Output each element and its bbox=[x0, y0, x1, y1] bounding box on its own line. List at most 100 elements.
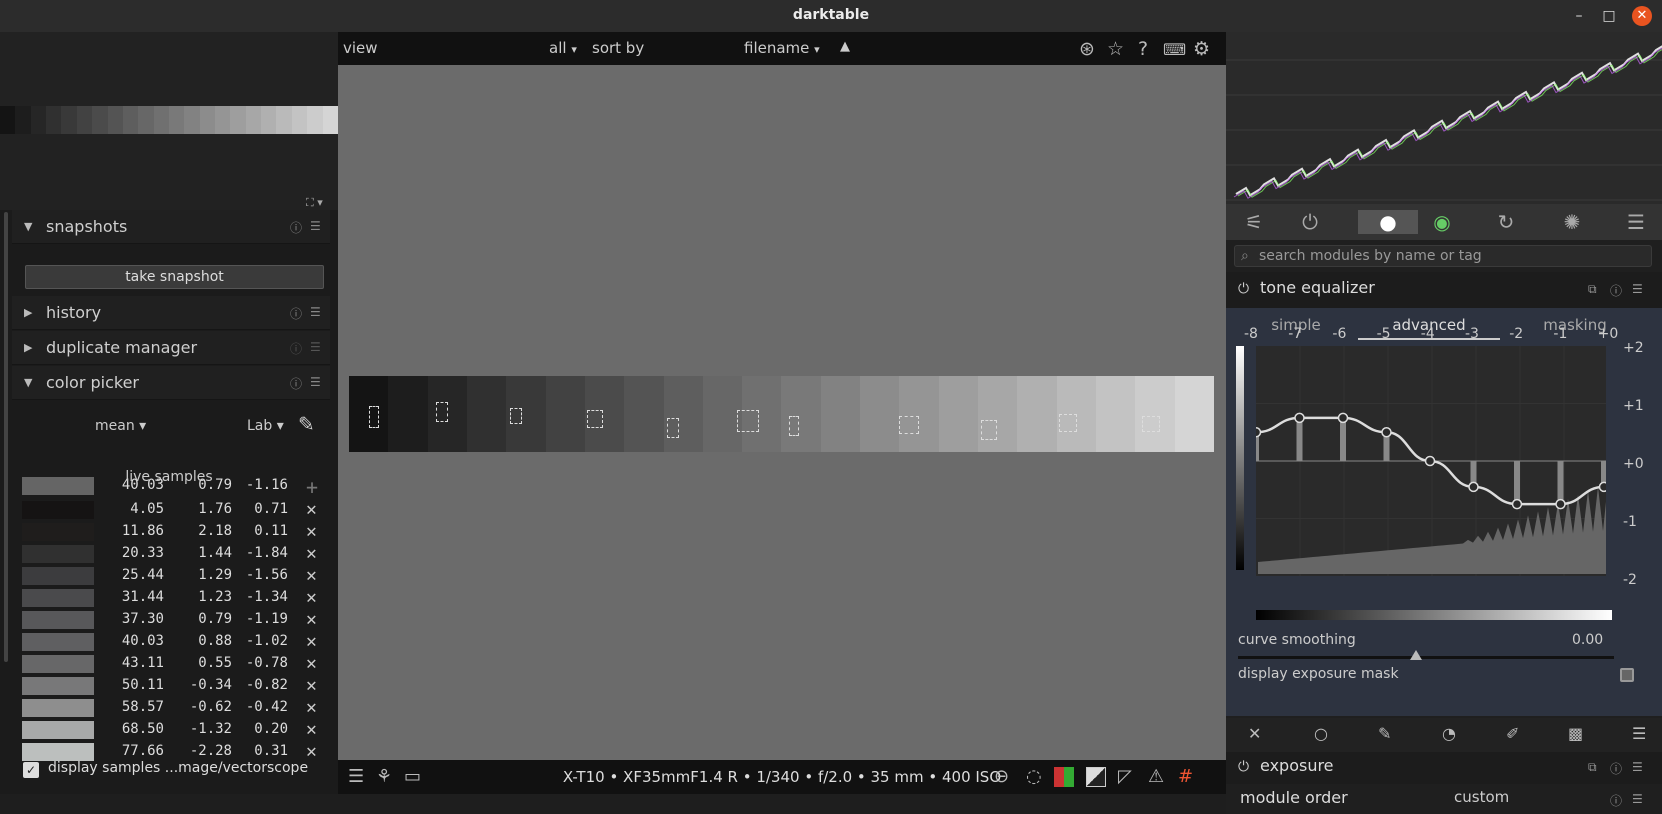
info-icon[interactable]: ⓘ bbox=[1610, 792, 1622, 809]
sample-swatch bbox=[22, 699, 94, 717]
image-canvas[interactable] bbox=[349, 376, 1214, 452]
info-icon[interactable]: ⓘ bbox=[290, 340, 302, 357]
remove-sample-icon[interactable]: ✕ bbox=[306, 521, 317, 542]
exposure-module-header[interactable]: ⏻ exposure ⧉ ⓘ ☰ bbox=[1226, 752, 1662, 784]
sample-area-marker[interactable] bbox=[981, 420, 997, 440]
sample-area-marker[interactable] bbox=[1142, 416, 1160, 432]
help-icon[interactable]: ? bbox=[1138, 38, 1148, 60]
sample-area-marker[interactable] bbox=[587, 410, 603, 428]
color-group-icon[interactable]: ◉ bbox=[1426, 210, 1458, 234]
presets-menu-icon[interactable]: ☰ bbox=[1632, 282, 1643, 296]
sample-area-marker[interactable] bbox=[1059, 414, 1077, 432]
navigation-preview[interactable]: ⛶ ▾ bbox=[0, 32, 338, 210]
focus-peaking-icon[interactable]: ⊖ bbox=[994, 766, 1009, 787]
remove-sample-icon[interactable]: ✕ bbox=[306, 565, 317, 586]
grouping-icon[interactable]: ⊛ bbox=[1079, 38, 1095, 60]
remove-sample-icon[interactable]: ✕ bbox=[306, 653, 317, 674]
parametric-mask-icon[interactable]: ◔ bbox=[1442, 724, 1456, 743]
power-icon[interactable]: ⏻ bbox=[1238, 281, 1249, 297]
info-icon[interactable]: ⓘ bbox=[290, 305, 302, 322]
raster-mask-icon[interactable]: ▩ bbox=[1568, 724, 1583, 743]
remove-sample-icon[interactable]: ✕ bbox=[306, 675, 317, 696]
nav-patch bbox=[199, 106, 216, 134]
gamut-check-icon[interactable] bbox=[1086, 767, 1106, 787]
overexposed-warning-icon[interactable]: ⚠ bbox=[1148, 766, 1164, 787]
active-modules-icon[interactable]: ⏻ bbox=[1294, 210, 1326, 234]
ev-label: +0 bbox=[1597, 326, 1619, 342]
remove-sample-icon[interactable]: ✕ bbox=[306, 499, 317, 520]
left-scrollbar[interactable] bbox=[4, 212, 8, 662]
sample-area-marker[interactable] bbox=[789, 416, 799, 436]
sort-direction-toggle[interactable]: ▲ bbox=[840, 39, 850, 54]
snapshots-module[interactable]: ▼ snapshots ⓘ ☰ bbox=[12, 210, 330, 244]
correct-group-icon[interactable]: ↻ bbox=[1490, 210, 1522, 234]
sample-area-marker[interactable] bbox=[667, 418, 679, 438]
remove-sample-icon[interactable]: ✕ bbox=[306, 697, 317, 718]
duplicate-manager-module[interactable]: ▶ duplicate manager ⓘ ☰ bbox=[12, 331, 330, 365]
presets-menu-icon[interactable]: ☰ bbox=[310, 375, 321, 389]
curve-smoothing-slider[interactable] bbox=[1238, 656, 1614, 659]
presets-menu-icon[interactable]: ☰ bbox=[1632, 792, 1643, 806]
remove-sample-icon[interactable]: ✕ bbox=[306, 609, 317, 630]
reset-icon[interactable]: ⓘ bbox=[1610, 760, 1622, 777]
blend-off-icon[interactable]: ✕ bbox=[1248, 724, 1261, 743]
tab-masking[interactable]: masking bbox=[1510, 316, 1640, 334]
quick-access-icon[interactable]: ⚟ bbox=[1238, 210, 1270, 234]
multi-instance-icon[interactable]: ⧉ bbox=[1588, 282, 1597, 297]
history-module[interactable]: ▶ history ⓘ ☰ bbox=[12, 296, 330, 330]
statistic-dropdown[interactable]: mean ▾ bbox=[95, 418, 146, 434]
histogram[interactable] bbox=[1226, 32, 1662, 204]
tone-curve-graph[interactable] bbox=[1256, 346, 1606, 576]
filter-dropdown[interactable]: all ▾ bbox=[549, 39, 577, 57]
color-assessment-icon[interactable]: ◌ bbox=[1026, 766, 1042, 787]
sort-field-dropdown[interactable]: filename ▾ bbox=[744, 39, 820, 57]
sample-area-marker[interactable] bbox=[510, 408, 522, 424]
multi-instance-icon[interactable]: ⧉ bbox=[1588, 760, 1597, 775]
sample-area-marker[interactable] bbox=[737, 410, 759, 432]
info-icon[interactable]: ⓘ bbox=[290, 219, 302, 236]
color-picker-icon[interactable]: ✎ bbox=[298, 412, 315, 436]
guides-icon[interactable]: ◸ bbox=[1118, 766, 1132, 787]
colorspace-dropdown[interactable]: Lab ▾ bbox=[247, 418, 284, 434]
sample-area-marker[interactable] bbox=[899, 416, 919, 434]
uniform-blend-icon[interactable]: ○ bbox=[1314, 724, 1328, 743]
drawn-parametric-icon[interactable]: ✐ bbox=[1506, 724, 1519, 743]
sample-area-marker[interactable] bbox=[369, 406, 379, 428]
take-snapshot-button[interactable]: take snapshot bbox=[25, 265, 324, 289]
presets-menu-icon[interactable]: ☰ bbox=[1620, 210, 1652, 234]
module-search-input[interactable]: ⌕ search modules by name or tag bbox=[1234, 245, 1652, 267]
star-icon[interactable]: ☆ bbox=[1107, 38, 1124, 60]
presets-menu-icon[interactable]: ☰ bbox=[1632, 724, 1646, 743]
sample-area-marker[interactable] bbox=[436, 402, 448, 422]
grid-icon[interactable]: # bbox=[1178, 766, 1193, 787]
effects-group-icon[interactable]: ✺ bbox=[1556, 210, 1588, 234]
drawn-mask-icon[interactable]: ✎ bbox=[1378, 724, 1391, 743]
power-icon[interactable]: ⏻ bbox=[1238, 759, 1249, 775]
presets-menu-icon[interactable]: ☰ bbox=[310, 340, 321, 354]
remove-sample-icon[interactable]: ✕ bbox=[306, 587, 317, 608]
reset-icon[interactable]: ⓘ bbox=[1610, 282, 1622, 299]
slider-handle[interactable] bbox=[1410, 650, 1422, 660]
presets-menu-icon[interactable]: ☰ bbox=[1632, 760, 1643, 774]
remove-sample-icon[interactable]: ✕ bbox=[306, 741, 317, 762]
softproof-icon[interactable] bbox=[1054, 767, 1074, 787]
module-order-value[interactable]: custom bbox=[1454, 788, 1509, 806]
maximize-button[interactable]: □ bbox=[1601, 8, 1617, 24]
expand-icon[interactable]: ⛶ ▾ bbox=[306, 196, 323, 210]
presets-menu-icon[interactable]: ☰ bbox=[310, 219, 321, 233]
remove-sample-icon[interactable]: ✕ bbox=[306, 543, 317, 564]
close-button[interactable]: ✕ bbox=[1632, 6, 1652, 26]
display-mask-toggle[interactable] bbox=[1620, 668, 1634, 682]
minimize-button[interactable]: – bbox=[1571, 8, 1587, 24]
nav-patch bbox=[230, 106, 246, 134]
info-icon[interactable]: ⓘ bbox=[290, 375, 302, 392]
display-samples-checkbox[interactable]: ✓ bbox=[23, 762, 39, 778]
tone-group-icon[interactable]: ● bbox=[1358, 210, 1418, 234]
tone-equalizer-header[interactable]: ⏻ tone equalizer ⧉ ⓘ ☰ bbox=[1226, 272, 1662, 308]
remove-sample-icon[interactable]: ✕ bbox=[306, 631, 317, 652]
keyboard-icon[interactable]: ⌨ bbox=[1163, 40, 1186, 59]
presets-menu-icon[interactable]: ☰ bbox=[310, 305, 321, 319]
color-picker-module[interactable]: ▼ color picker ⓘ ☰ bbox=[12, 366, 330, 400]
remove-sample-icon[interactable]: ✕ bbox=[306, 719, 317, 740]
settings-gear-icon[interactable]: ⚙ bbox=[1193, 38, 1210, 60]
